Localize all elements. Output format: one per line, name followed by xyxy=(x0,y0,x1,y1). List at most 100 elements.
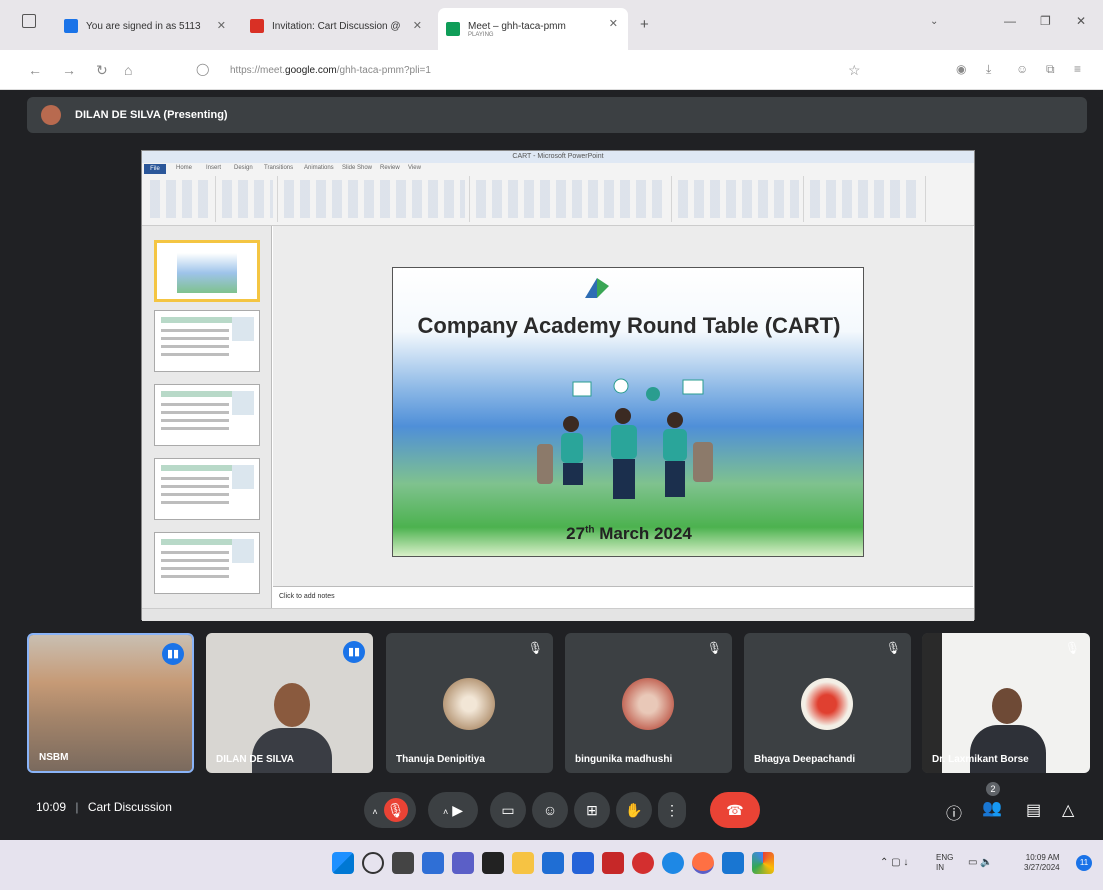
maximize-button[interactable]: ❐ xyxy=(1040,14,1051,28)
meeting-time: 10:09 xyxy=(36,800,67,814)
tab-actions-icon[interactable] xyxy=(22,14,36,28)
word-icon[interactable] xyxy=(722,852,744,874)
ppt-status-bar xyxy=(142,608,974,621)
search-icon[interactable] xyxy=(362,852,384,874)
university-logo-icon xyxy=(583,274,611,300)
app-icon[interactable] xyxy=(602,852,624,874)
ppt-ribbon-tab: Transitions xyxy=(264,165,294,171)
chat-app-icon[interactable] xyxy=(452,852,474,874)
current-slide: Company Academy Round Table (CART) 27th … xyxy=(392,267,864,557)
tab-label: You are signed in as 5113 xyxy=(86,20,201,32)
mic-off-icon: 🎙 xyxy=(527,641,543,655)
ppt-ribbon-tab: Animations xyxy=(304,165,334,171)
tab-signed-in[interactable]: You are signed in as 5113 ✕ xyxy=(56,10,236,42)
meeting-info: 10:09 | Cart Discussion xyxy=(36,800,172,814)
close-tab-icon[interactable]: ✕ xyxy=(609,17,618,30)
presenter-avatar xyxy=(41,105,61,125)
notification-badge[interactable]: 11 xyxy=(1076,855,1092,871)
meeting-details-icon[interactable]: ⓘ xyxy=(946,800,962,824)
ribbon-group-slides xyxy=(218,176,278,222)
ppt-ribbon-tab: View xyxy=(408,165,421,171)
teams-icon[interactable] xyxy=(572,852,594,874)
url-suffix: /ghh-taca-pmm?pli=1 xyxy=(336,64,431,76)
close-tab-icon[interactable]: ✕ xyxy=(413,19,422,32)
ppt-file-tab: File xyxy=(144,164,166,174)
present-button[interactable]: ⊞ xyxy=(574,792,610,828)
tab-invitation[interactable]: Invitation: Cart Discussion @ ✕ xyxy=(242,10,432,42)
browser-tab-bar: You are signed in as 5113 ✕ Invitation: … xyxy=(0,0,1103,50)
participant-tile-thanuja[interactable]: 🎙 Thanuja Denipitiya xyxy=(386,633,553,773)
raise-hand-button[interactable]: ✋ xyxy=(616,792,652,828)
bookmark-star-icon[interactable]: ☆ xyxy=(848,62,861,79)
participant-tile-laxmikant[interactable]: 🎙 Dr. Laxmikant Borse xyxy=(922,633,1090,773)
extensions-icon[interactable]: ⧉ xyxy=(1046,62,1055,77)
avatar xyxy=(801,678,853,730)
forward-icon[interactable]: → xyxy=(62,62,76,78)
participant-name: Thanuja Denipitiya xyxy=(396,754,485,765)
avatar xyxy=(622,678,674,730)
more-options-button[interactable]: ⋮ xyxy=(658,792,686,828)
meet-icon xyxy=(446,22,460,36)
close-window-button[interactable]: ✕ xyxy=(1076,14,1086,28)
menu-icon[interactable]: ≡ xyxy=(1074,62,1081,76)
participant-name: Dr. Laxmikant Borse xyxy=(932,754,1029,765)
slide-date-month-year: March 2024 xyxy=(594,524,692,543)
activities-icon[interactable]: △ xyxy=(1062,800,1074,820)
slide-thumbnails xyxy=(142,226,272,621)
tab-list-icon[interactable]: ⌄ xyxy=(930,16,938,27)
more-vertical-icon: ⋮ xyxy=(665,802,679,818)
leave-call-button[interactable]: ☎ xyxy=(710,792,760,828)
tab-meet[interactable]: Meet – ghh-taca-pmm PLAYING ✕ xyxy=(438,8,628,50)
participant-tile-nsbm[interactable]: ▮▮ NSBM xyxy=(27,633,194,773)
reload-icon[interactable]: ↻ xyxy=(96,62,108,79)
store-icon[interactable] xyxy=(482,852,504,874)
close-tab-icon[interactable]: ✕ xyxy=(217,19,226,32)
new-tab-button[interactable]: + xyxy=(640,16,649,33)
widgets-icon[interactable] xyxy=(422,852,444,874)
url-prefix: https://meet. xyxy=(230,64,286,76)
edge-icon[interactable] xyxy=(542,852,564,874)
notes-pane[interactable]: Click to add notes xyxy=(273,586,973,608)
download-icon[interactable]: ⤓ xyxy=(986,62,991,77)
firefox-icon[interactable] xyxy=(692,852,714,874)
participant-tile-bhagya[interactable]: 🎙 Bhagya Deepachandi xyxy=(744,633,911,773)
taskbar-clock[interactable]: 10:09 AM 3/27/2024 xyxy=(1024,853,1060,873)
participant-count-badge: 2 xyxy=(986,782,1000,796)
address-bar-row: ← → ↻ ⌂ ◯ https://meet. google.com/ghh-ta… xyxy=(0,50,1103,90)
ribbon-group-paragraph xyxy=(472,176,672,222)
mic-toggle-button[interactable]: ˄ 🎙 xyxy=(364,792,416,828)
back-icon[interactable]: ← xyxy=(28,62,42,78)
shield-icon[interactable]: ◯ xyxy=(196,62,209,76)
ppt-ribbon-tab: Slide Show xyxy=(342,165,373,171)
language-indicator[interactable]: ENG IN xyxy=(936,853,953,873)
camera-toggle-button[interactable]: ˄ ▶ xyxy=(428,792,478,828)
gmail-icon xyxy=(250,19,264,33)
ppt-ribbon-tab: Insert xyxy=(206,165,222,171)
participant-tile-dilan[interactable]: ▮▮ DILAN DE SILVA xyxy=(206,633,373,773)
chrome-icon[interactable] xyxy=(632,852,654,874)
avatar xyxy=(443,678,495,730)
home-icon[interactable]: ⌂ xyxy=(124,62,132,78)
task-view-icon[interactable] xyxy=(392,852,414,874)
clock-date: 3/27/2024 xyxy=(1024,863,1060,872)
app-icon[interactable] xyxy=(662,852,684,874)
pocket-icon[interactable]: ◉ xyxy=(956,62,966,76)
account-icon[interactable]: ☺ xyxy=(1016,62,1028,76)
captions-button[interactable]: ▭ xyxy=(490,792,526,828)
browser-icon[interactable] xyxy=(752,852,774,874)
ribbon-group-drawing xyxy=(674,176,804,222)
minimize-button[interactable]: — xyxy=(1004,14,1016,28)
participant-tile-bingunika[interactable]: 🎙 bingunika madhushi xyxy=(565,633,732,773)
captions-icon: ▭ xyxy=(501,802,515,818)
file-explorer-icon[interactable] xyxy=(512,852,534,874)
people-button[interactable]: 2 👥 xyxy=(980,782,1004,820)
reactions-button[interactable]: ☺ xyxy=(532,792,568,828)
url-field[interactable]: https://meet. google.com/ghh-taca-pmm?pli… xyxy=(230,61,431,79)
start-icon[interactable] xyxy=(332,852,354,874)
network-volume-icon[interactable]: ▭ 🔈 xyxy=(968,857,993,868)
ribbon-group-font xyxy=(280,176,470,222)
mic-off-icon: 🎙 xyxy=(706,641,722,655)
url-domain: google.com xyxy=(285,64,337,76)
tray-icons[interactable]: ⌃ ▢ ↓ xyxy=(880,857,908,868)
chat-icon[interactable]: ▤ xyxy=(1026,800,1041,820)
